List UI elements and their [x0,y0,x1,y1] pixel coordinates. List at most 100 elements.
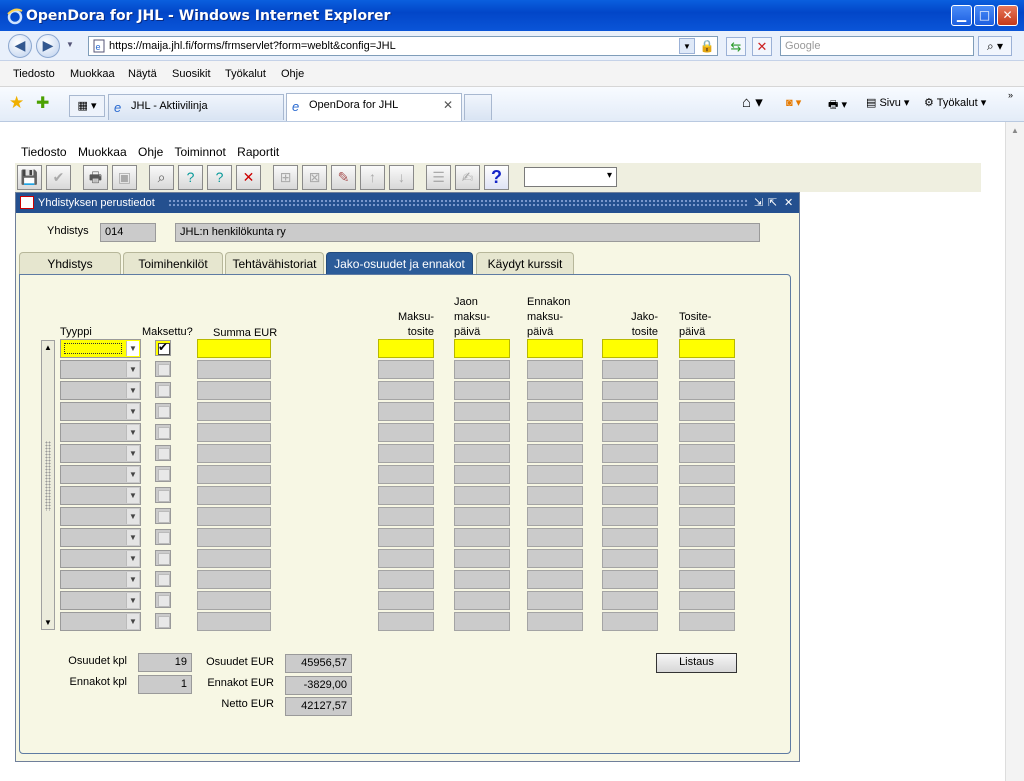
maksutosite-field[interactable] [378,570,434,589]
search-input[interactable]: Google [780,36,974,56]
ennakon-maksupaiva-field[interactable] [527,423,583,442]
jaon-maksupaiva-field[interactable] [454,591,510,610]
back-button[interactable]: ◀ [8,34,32,58]
maksettu-checkbox[interactable] [155,571,171,587]
dropdown-arrow-icon[interactable]: ▼ [126,383,139,398]
tositepaiva-field[interactable] [679,402,735,421]
enter-query-icon[interactable]: ⌕ [149,165,174,190]
ennakon-maksupaiva-field[interactable] [527,549,583,568]
cancel-query-icon[interactable]: ✕ [236,165,261,190]
tab-toimihenkilot[interactable]: Toimihenkilöt [123,252,223,274]
forms-menu-ohje[interactable]: Ohje [138,145,163,159]
forms-menu-raportit[interactable]: Raportit [237,145,279,159]
close-button[interactable]: ✕ [997,5,1018,26]
maksettu-checkbox[interactable] [155,382,171,398]
jakotosite-field[interactable] [602,381,658,400]
maksutosite-field[interactable] [378,423,434,442]
jakotosite-field[interactable] [602,486,658,505]
jaon-maksupaiva-field[interactable] [454,549,510,568]
tositepaiva-field[interactable] [679,507,735,526]
execute-query-icon[interactable]: ? [178,165,203,190]
tyyppi-combo[interactable]: ▼ [60,507,141,526]
quick-tabs-icon[interactable]: ▦ ▾ [69,95,105,117]
maksettu-checkbox[interactable] [155,403,171,419]
chevron-more-icon[interactable]: » [1008,90,1013,100]
maksutosite-field[interactable] [378,528,434,547]
summa-field[interactable] [197,570,271,589]
tab-opendora[interactable]: e OpenDora for JHL ✕ [286,93,462,121]
add-favorite-icon[interactable]: ✚ [36,93,49,113]
maksutosite-field[interactable] [378,444,434,463]
refresh-icon[interactable]: ⇆ [726,37,746,56]
print-icon[interactable]: 🖶 ▾ [828,96,847,115]
jakotosite-field[interactable] [602,360,658,379]
maksettu-checkbox[interactable] [155,487,171,503]
tyyppi-combo[interactable]: ▼ [60,360,141,379]
tositepaiva-field[interactable] [679,423,735,442]
dropdown-arrow-icon[interactable]: ▼ [126,593,139,608]
jaon-maksupaiva-field[interactable] [454,486,510,505]
favorites-star-icon[interactable]: ★ [9,93,24,113]
dropdown-arrow-icon[interactable]: ▼ [126,404,139,419]
tab-yhdistys[interactable]: Yhdistys [19,252,121,274]
edit-icon[interactable]: ✍ [455,165,480,190]
save-icon[interactable]: 💾 [17,165,42,190]
maksutosite-field[interactable] [378,381,434,400]
summa-field[interactable] [197,507,271,526]
summa-field[interactable] [197,381,271,400]
summa-field[interactable] [197,528,271,547]
forms-menu-muokkaa[interactable]: Muokkaa [78,145,127,159]
ennakon-maksupaiva-field[interactable] [527,570,583,589]
tositepaiva-field[interactable] [679,528,735,547]
maksettu-checkbox[interactable] [155,445,171,461]
ennakon-maksupaiva-field[interactable] [527,381,583,400]
summa-field[interactable] [197,360,271,379]
list-values-icon[interactable]: ☰ [426,165,451,190]
jaon-maksupaiva-field[interactable] [454,423,510,442]
tyyppi-combo[interactable]: ▼ [60,528,141,547]
page-scrollbar[interactable]: ▲ [1005,122,1024,781]
menu-muokkaa[interactable]: Muokkaa [70,68,115,80]
close-form-window-icon[interactable]: ✕ [784,196,793,209]
maksutosite-field[interactable] [378,360,434,379]
jaon-maksupaiva-field[interactable] [454,402,510,421]
ennakon-maksupaiva-field[interactable] [527,486,583,505]
history-dropdown-icon[interactable]: ▼ [66,40,74,49]
maksettu-checkbox[interactable] [155,424,171,440]
menu-nayta[interactable]: Näytä [128,68,157,80]
tyyppi-combo[interactable]: ▼ [60,402,141,421]
delete-record-icon[interactable]: ⊠ [302,165,327,190]
maksutosite-field[interactable] [378,591,434,610]
home-icon[interactable]: ⌂ ▾ [742,93,763,111]
tyyppi-combo[interactable]: ▼ [60,465,141,484]
summa-field[interactable] [197,549,271,568]
jakotosite-field[interactable] [602,444,658,463]
maximize-form-icon[interactable]: ⇱ [768,196,777,209]
maksettu-checkbox[interactable]: ✔ [155,340,171,356]
help-icon[interactable]: ? [484,165,509,190]
feeds-icon[interactable]: ◙ ▾ [786,96,801,109]
dropdown-arrow-icon[interactable]: ▼ [126,425,139,440]
tyyppi-combo[interactable]: ▼ [60,486,141,505]
ennakon-maksupaiva-field[interactable] [527,528,583,547]
dropdown-arrow-icon[interactable]: ▼ [126,341,139,356]
tositepaiva-field[interactable] [679,360,735,379]
ennakon-maksupaiva-field[interactable] [527,444,583,463]
scroll-up-icon[interactable]: ▲ [42,341,54,354]
minimize-button[interactable]: ▁ [951,5,972,26]
forms-menu-tiedosto[interactable]: Tiedosto [21,145,67,159]
tyyppi-combo[interactable]: ▼ [60,444,141,463]
maksettu-checkbox[interactable] [155,529,171,545]
dropdown-arrow-icon[interactable]: ▼ [126,530,139,545]
ennakon-maksupaiva-field[interactable] [527,402,583,421]
tyyppi-combo[interactable]: ▼ [60,339,141,358]
tab-aktiivilinja[interactable]: e JHL - Aktiivilinja [108,94,284,120]
maksutosite-field[interactable] [378,339,434,358]
forms-menu-toiminnot[interactable]: Toiminnot [174,145,225,159]
summa-field[interactable] [197,339,271,358]
dropdown-arrow-icon[interactable]: ▼ [126,551,139,566]
maksutosite-field[interactable] [378,486,434,505]
jakotosite-field[interactable] [602,528,658,547]
summa-field[interactable] [197,612,271,631]
tositepaiva-field[interactable] [679,549,735,568]
